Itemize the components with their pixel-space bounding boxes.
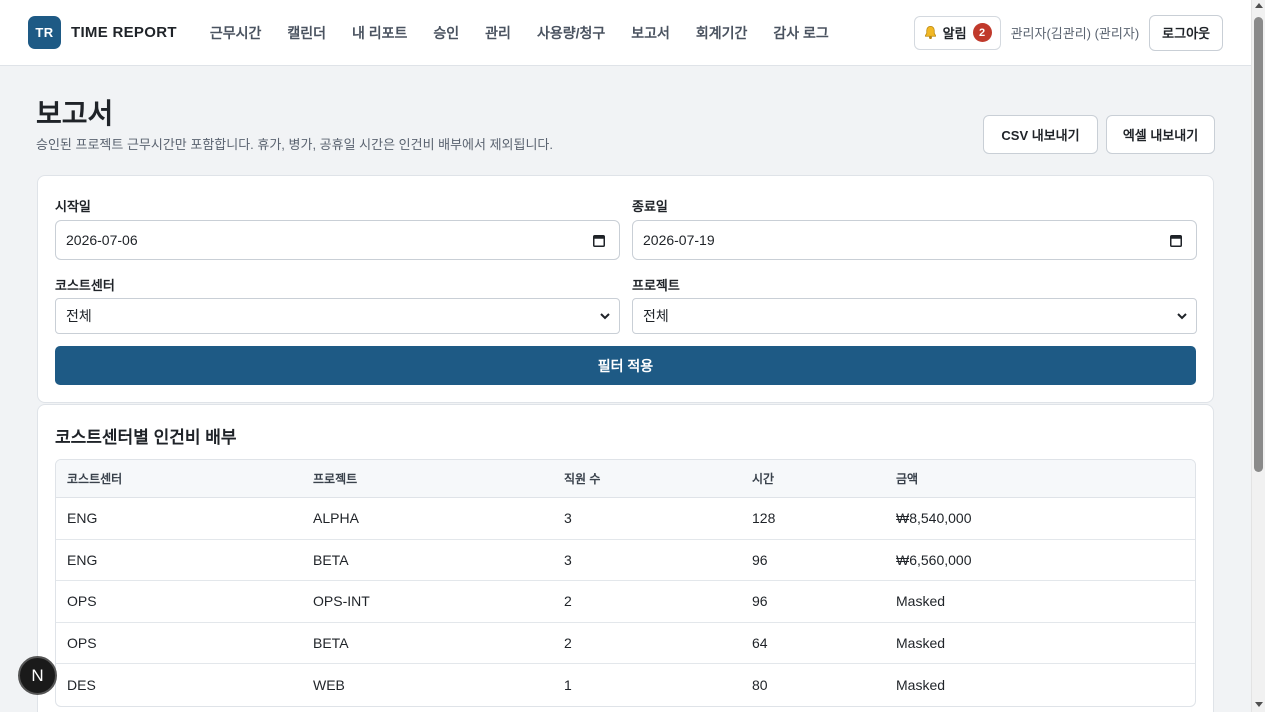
table-cell: 2 — [564, 634, 572, 651]
nav-item-usage-billing[interactable]: 사용량/청구 — [537, 23, 605, 43]
project-selected: 전체 — [643, 308, 669, 324]
logout-button[interactable]: 로그아웃 — [1149, 14, 1223, 51]
table-cell: 96 — [752, 593, 768, 610]
nav-item-my-report[interactable]: 내 리포트 — [352, 23, 407, 43]
notifications-label: 알림 — [942, 26, 967, 41]
table-cell: BETA — [313, 634, 349, 651]
logo-badge[interactable]: TR — [28, 16, 61, 49]
nav-item-fiscal-period[interactable]: 회계기간 — [696, 23, 748, 43]
main-nav: 근무시간 캘린더 내 리포트 승인 관리 사용량/청구 보고서 회계기간 감사 … — [210, 23, 855, 43]
export-csv-button[interactable]: CSV 내보내기 — [983, 115, 1098, 154]
project-select[interactable]: 전체 — [632, 298, 1197, 334]
table-header: 코스트센터 프로젝트 직원 수 시간 금액 — [56, 460, 1195, 498]
page-description: 승인된 프로젝트 근무시간만 포함합니다. 휴가, 병가, 공휴일 시간은 인건… — [36, 137, 554, 152]
table-row: DES WEB 1 80 Masked — [56, 664, 1195, 706]
notifications-button[interactable]: 알림 2 — [913, 15, 1001, 50]
table-cell: ENG — [67, 510, 98, 527]
table-cell: Masked — [896, 634, 946, 651]
table-row: ENG ALPHA 3 128 ₩8,540,000 — [56, 498, 1195, 540]
start-date-label: 시작일 — [55, 199, 91, 214]
costcenter-selected: 전체 — [66, 308, 92, 324]
table-cell: ₩8,540,000 — [896, 510, 972, 527]
scrollbar-thumb[interactable] — [1254, 17, 1263, 472]
filter-card: 시작일 2026-07-06 종료일 2026-07-19 코스트센터 전체 프… — [37, 175, 1214, 403]
table-cell: 96 — [752, 551, 768, 568]
table-cell: 80 — [752, 676, 768, 693]
nav-item-audit-log[interactable]: 감사 로그 — [773, 23, 828, 43]
table-cell: ₩6,560,000 — [896, 551, 972, 568]
table-cell: BETA — [313, 551, 349, 568]
app-name[interactable]: TIME REPORT — [71, 24, 177, 41]
table-cell: 64 — [752, 634, 768, 651]
header-right: 알림 2 관리자(김관리) (관리자) 로그아웃 — [913, 14, 1223, 51]
column-header[interactable]: 코스트센터 — [67, 470, 313, 487]
table-cell: 3 — [564, 510, 572, 527]
chevron-down-icon — [600, 313, 610, 320]
apply-filter-button[interactable]: 필터 적용 — [55, 346, 1196, 385]
notification-count-badge: 2 — [972, 23, 992, 42]
floating-action-button[interactable]: N — [18, 656, 57, 695]
start-date-input[interactable]: 2026-07-06 — [55, 220, 620, 260]
table-cell: 2 — [564, 593, 572, 610]
nav-item-approval[interactable]: 승인 — [433, 23, 459, 43]
table-row: OPS BETA 2 64 Masked — [56, 623, 1195, 664]
table-cell: OPS-INT — [313, 593, 370, 610]
nav-item-work-hours[interactable]: 근무시간 — [210, 23, 262, 43]
column-header[interactable]: 직원 수 — [564, 470, 752, 487]
calendar-icon[interactable] — [1170, 234, 1182, 247]
scroll-down-arrow-icon[interactable] — [1255, 702, 1263, 707]
table-cell: ENG — [67, 551, 98, 568]
table-row: ENG BETA 3 96 ₩6,560,000 — [56, 540, 1195, 581]
column-header[interactable]: 시간 — [752, 470, 896, 487]
page-scrollbar[interactable] — [1251, 0, 1265, 712]
top-navbar: TR TIME REPORT 근무시간 캘린더 내 리포트 승인 관리 사용량/… — [0, 0, 1251, 66]
table-cell: ALPHA — [313, 510, 359, 527]
column-header[interactable]: 프로젝트 — [313, 470, 564, 487]
table-cell: WEB — [313, 676, 345, 693]
page-title: 보고서 — [36, 98, 114, 129]
end-date-value: 2026-07-19 — [643, 232, 715, 248]
end-date-label: 종료일 — [632, 199, 668, 214]
calendar-icon[interactable] — [593, 234, 605, 247]
column-header[interactable]: 금액 — [896, 470, 918, 487]
nav-item-reports[interactable]: 보고서 — [631, 23, 670, 43]
export-excel-button[interactable]: 엑셀 내보내기 — [1106, 115, 1215, 154]
current-user: 관리자(김관리) (관리자) — [1010, 26, 1140, 41]
allocation-card: 코스트센터별 인건비 배부 코스트센터 프로젝트 직원 수 시간 금액 ENG … — [37, 404, 1214, 712]
table-cell: Masked — [896, 676, 946, 693]
project-label: 프로젝트 — [632, 278, 680, 293]
nav-item-admin[interactable]: 관리 — [485, 23, 511, 43]
chevron-down-icon — [1177, 313, 1187, 320]
start-date-value: 2026-07-06 — [66, 232, 138, 248]
costcenter-select[interactable]: 전체 — [55, 298, 620, 334]
allocation-table: 코스트센터 프로젝트 직원 수 시간 금액 ENG ALPHA 3 128 ₩8… — [55, 459, 1196, 707]
bell-icon — [924, 26, 936, 39]
table-row: OPS OPS-INT 2 96 Masked — [56, 581, 1195, 623]
table-cell: 1 — [564, 676, 572, 693]
table-cell: Masked — [896, 593, 946, 610]
costcenter-label: 코스트센터 — [55, 278, 115, 293]
table-cell: DES — [67, 676, 96, 693]
allocation-table-title: 코스트센터별 인건비 배부 — [55, 428, 237, 447]
scroll-up-arrow-icon[interactable] — [1255, 3, 1263, 8]
end-date-input[interactable]: 2026-07-19 — [632, 220, 1197, 260]
table-cell: OPS — [67, 593, 97, 610]
table-cell: 3 — [564, 551, 572, 568]
table-cell: OPS — [67, 634, 97, 651]
nav-item-calendar[interactable]: 캘린더 — [287, 23, 326, 43]
table-cell: 128 — [752, 510, 776, 527]
